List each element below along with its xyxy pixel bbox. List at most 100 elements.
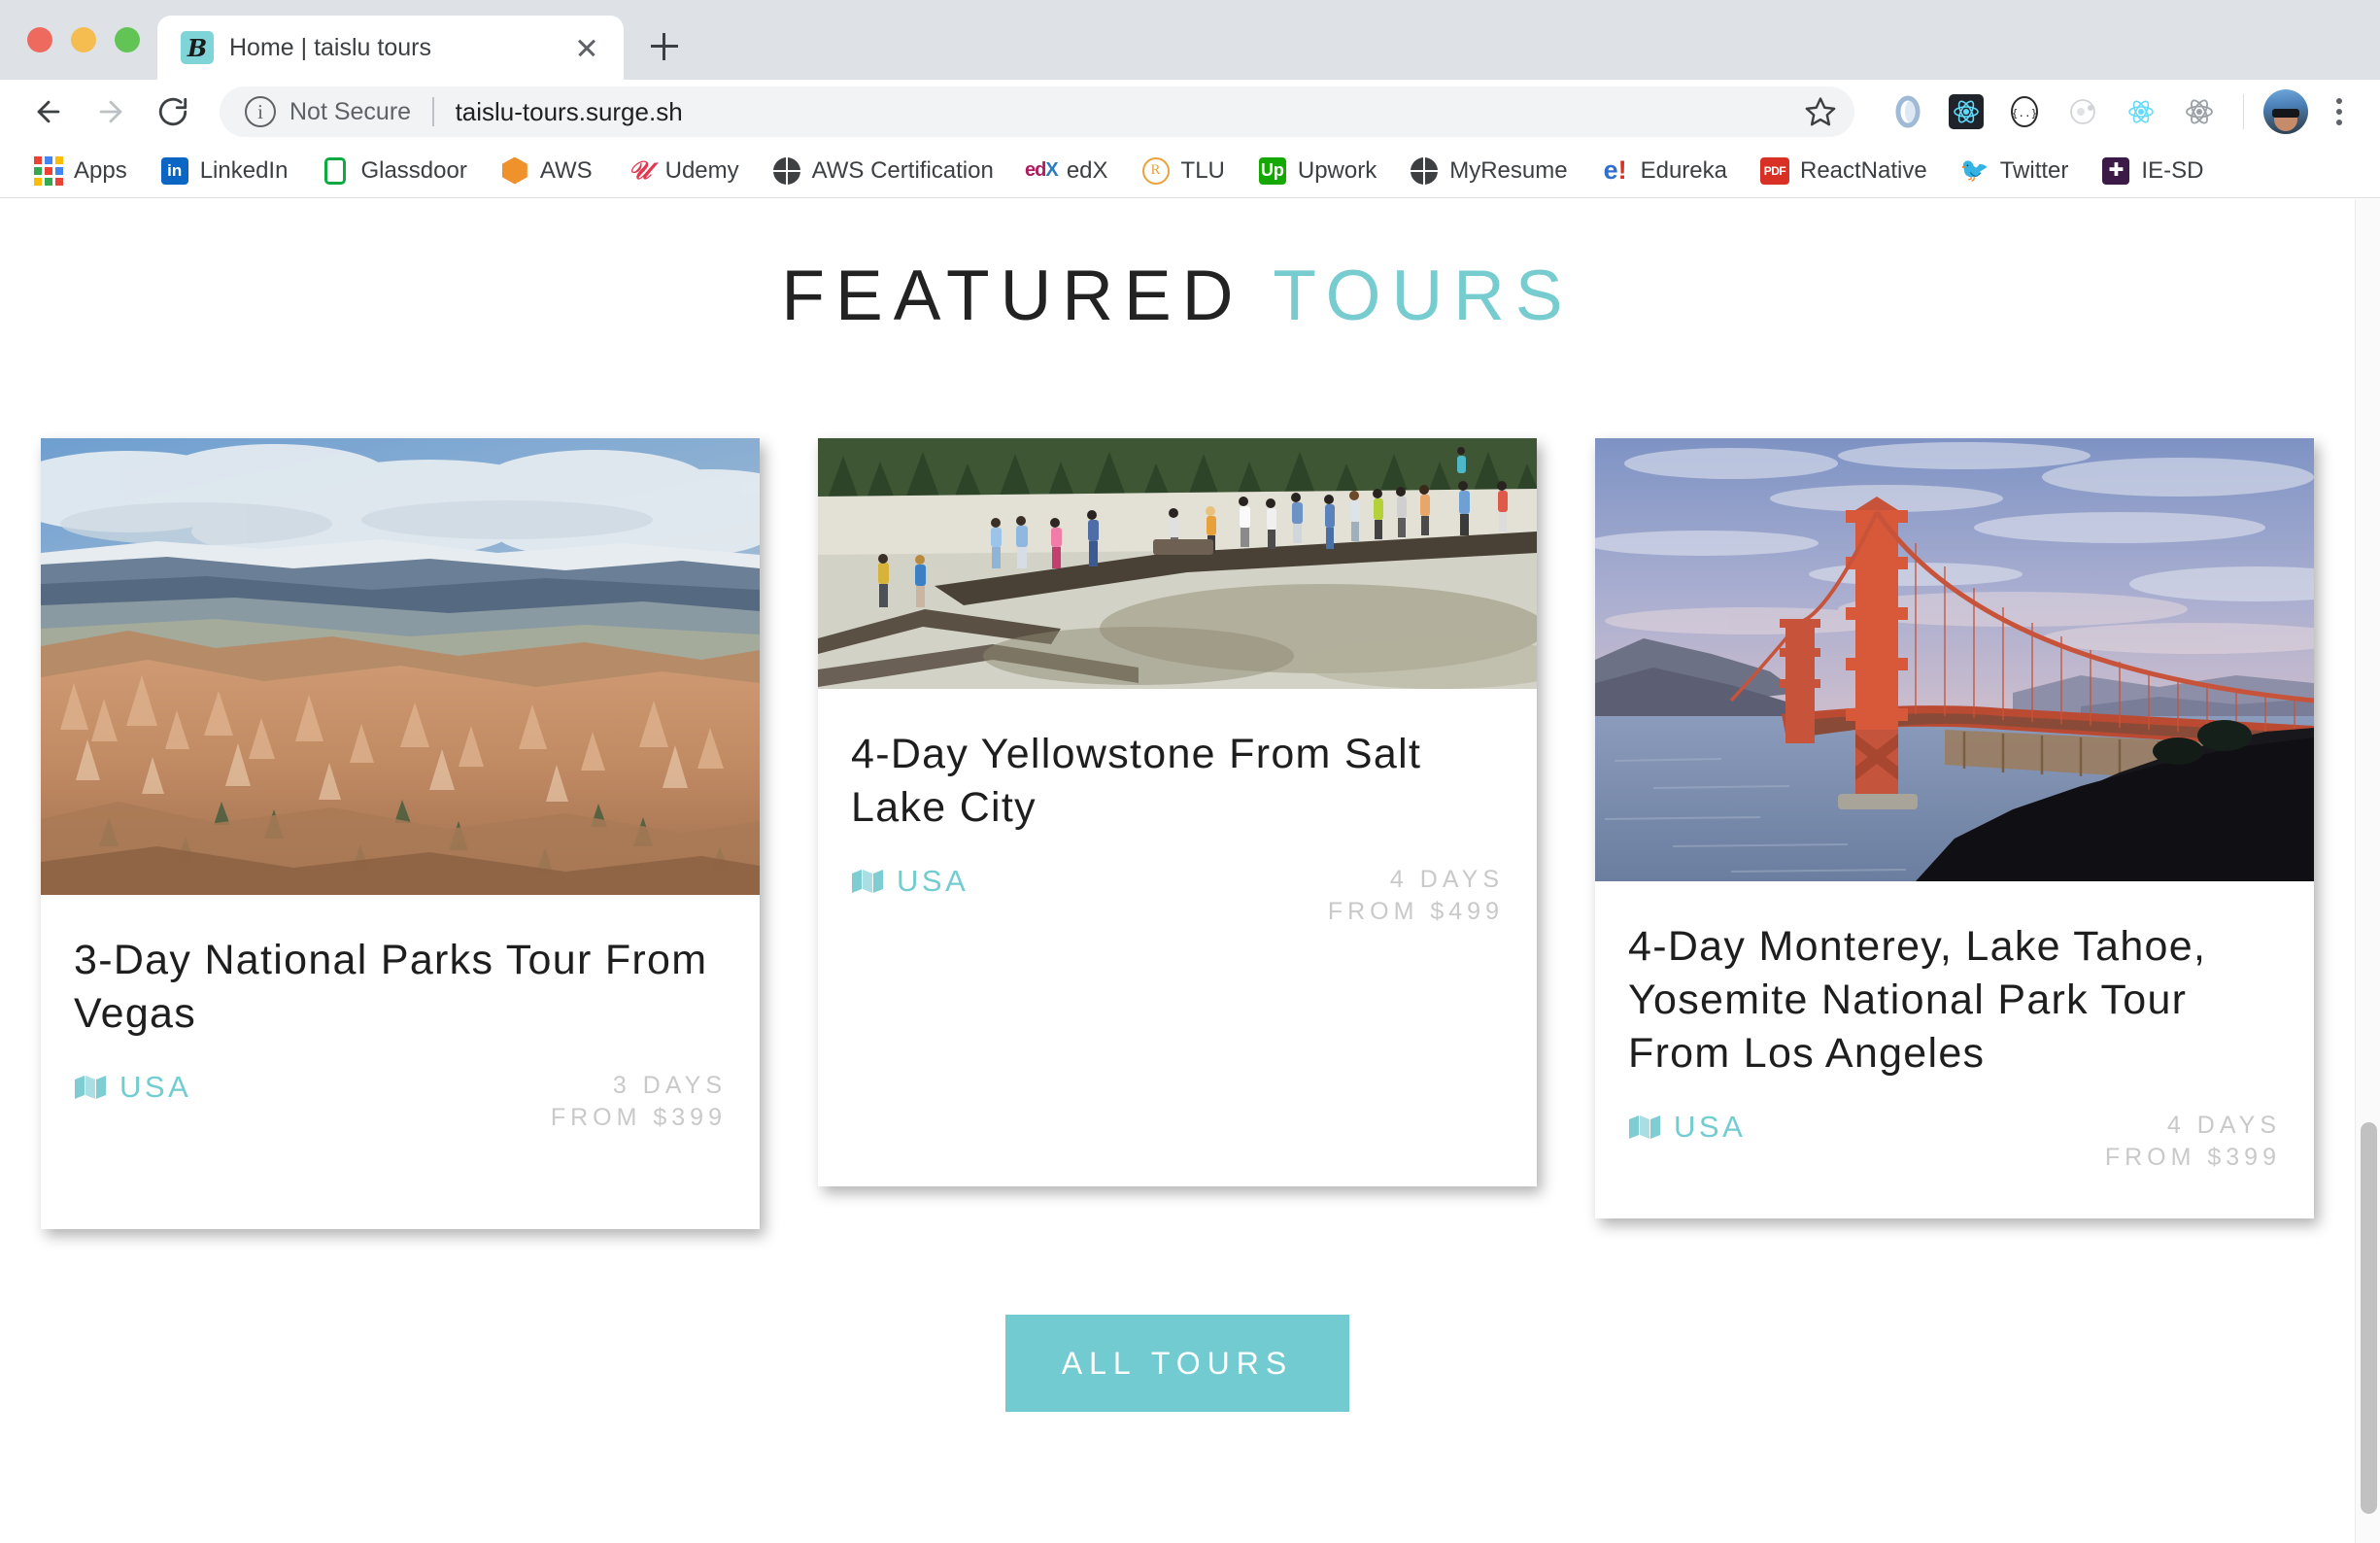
bookmark-apps[interactable]: Apps (17, 148, 144, 194)
card-spacer (851, 965, 1504, 1186)
bookmark-ie-sd[interactable]: ✚ IE-SD (2085, 148, 2220, 194)
bookmark-twitter[interactable]: 🐦 Twitter (1944, 148, 2086, 194)
extensions-area: {..} (1872, 87, 2362, 136)
security-status-label: Not Secure (289, 97, 412, 125)
extension-icon-react-devtools[interactable] (2117, 87, 2165, 136)
tlu-icon: R (1141, 156, 1171, 186)
address-bar[interactable]: i Not Secure taislu-tours.surge.sh (220, 86, 1854, 137)
svg-text:{..}: {..} (2011, 107, 2037, 120)
bookmark-label: AWS (539, 156, 593, 184)
bookmark-upwork[interactable]: Up Upwork (1241, 148, 1393, 194)
tour-duration: 4 DAYS (1389, 866, 1504, 894)
maximize-window-button[interactable] (115, 27, 140, 52)
section-title-main: FEATURED (781, 257, 1244, 335)
chrome-menu-icon[interactable] (2318, 87, 2361, 136)
golden-gate-bridge-photo (1595, 438, 2314, 881)
bookmark-udemy[interactable]: 𝒰 Udemy (609, 148, 756, 194)
toolbar-divider (2242, 94, 2244, 129)
bookmark-label: IE-SD (2141, 156, 2204, 184)
bookmark-label: LinkedIn (199, 156, 289, 184)
reload-icon[interactable] (144, 83, 202, 141)
bookmark-label: MyResume (1449, 156, 1568, 184)
aws-cube-icon (500, 156, 529, 186)
browser-tab[interactable]: B Home | taislu tours (157, 16, 624, 80)
tour-title: 4-Day Monterey, Lake Tahoe, Yosemite Nat… (1628, 923, 2207, 1078)
udemy-icon: 𝒰 (628, 155, 652, 186)
edx-icon: edX (1024, 159, 1059, 181)
tour-card-body: 4-Day Monterey, Lake Tahoe, Yosemite Nat… (1595, 881, 2314, 1218)
tour-price-block: 4 DAYS FROM $499 (1328, 864, 1504, 928)
bookmark-tlu[interactable]: R TLU (1125, 148, 1241, 194)
tour-title: 4-Day Yellowstone From Salt Lake City (851, 731, 1422, 832)
minimize-window-button[interactable] (71, 27, 96, 52)
tour-price-block: 4 DAYS FROM $399 (2105, 1110, 2281, 1174)
browser-toolbar: i Not Secure taislu-tours.surge.sh {..} (0, 80, 2380, 144)
tab-title: Home | taislu tours (229, 33, 431, 61)
tour-meta: USA 4 DAYS FROM $399 (1628, 1110, 2281, 1211)
tour-card[interactable]: 3-Day National Parks Tour From Vegas USA… (41, 438, 760, 1230)
window-controls (19, 0, 157, 80)
back-arrow-icon[interactable] (19, 83, 78, 141)
bookmark-label: Twitter (1999, 156, 2069, 184)
bookmark-star-icon[interactable] (1796, 87, 1845, 136)
tour-price: FROM $399 (550, 1104, 727, 1132)
tour-cards-grid: 3-Day National Parks Tour From Vegas USA… (0, 438, 2355, 1230)
close-window-button[interactable] (27, 27, 52, 52)
bookmark-label: TLU (1180, 156, 1225, 184)
tour-country-label: USA (1674, 1110, 1747, 1145)
bookmark-linkedin[interactable]: in LinkedIn (144, 148, 305, 194)
tour-duration: 3 DAYS (612, 1072, 727, 1100)
extension-icon-react-grey[interactable] (2175, 87, 2224, 136)
tour-card[interactable]: 4-Day Monterey, Lake Tahoe, Yosemite Nat… (1595, 438, 2314, 1219)
tour-country: USA (1628, 1110, 1746, 1145)
bookmark-edureka[interactable]: e! Edureka (1584, 148, 1744, 194)
forward-arrow-icon[interactable] (82, 83, 140, 141)
upwork-icon: Up (1258, 156, 1287, 186)
bookmarks-bar: Apps in LinkedIn Glassdoor AWS 𝒰 Udemy A… (0, 144, 2380, 198)
tour-meta: USA 4 DAYS FROM $499 (851, 864, 1504, 965)
bookmark-label: ReactNative (1799, 156, 1927, 184)
close-tab-icon[interactable] (567, 28, 606, 67)
scrollbar-thumb[interactable] (2361, 1122, 2377, 1514)
taislu-tours-favicon: B (181, 31, 214, 64)
bookmark-aws[interactable]: AWS (484, 148, 609, 194)
apps-grid-icon (34, 155, 63, 186)
url-text: taislu-tours.surge.sh (455, 96, 683, 126)
bookmark-glassdoor[interactable]: Glassdoor (304, 148, 483, 194)
edureka-icon: e! (1603, 155, 1627, 185)
tour-country-label: USA (119, 1070, 192, 1105)
card-spacer (1628, 1211, 2281, 1218)
bookmark-aws-certification[interactable]: AWS Certification (756, 148, 1010, 194)
extension-icon-react-dark[interactable] (1942, 87, 1990, 136)
tour-price: FROM $399 (2104, 1144, 2281, 1172)
all-tours-button[interactable]: ALL TOURS (1004, 1315, 1350, 1413)
bookmark-reactnative[interactable]: PDF ReactNative (1744, 148, 1944, 194)
extension-icon-atom-faded[interactable] (2058, 87, 2107, 136)
tour-card[interactable]: 4-Day Yellowstone From Salt Lake City US… (818, 438, 1537, 1187)
map-icon (1628, 1114, 1661, 1140)
globe-icon (772, 156, 801, 186)
page-scrollbar[interactable] (2355, 199, 2380, 1543)
browser-window: B Home | taislu tours i Not Secure taisl… (0, 0, 2380, 1543)
bookmark-label: edX (1066, 156, 1108, 184)
cta-row: ALL TOURS (0, 1315, 2355, 1413)
globe-icon (1410, 156, 1439, 186)
tour-country: USA (851, 864, 969, 899)
tour-country: USA (74, 1070, 191, 1105)
tour-title: 3-Day National Parks Tour From Vegas (74, 937, 708, 1038)
bookmark-label: Glassdoor (360, 156, 467, 184)
tour-price-block: 3 DAYS FROM $399 (551, 1070, 727, 1134)
new-tab-button[interactable] (637, 19, 692, 74)
tour-price: FROM $499 (1327, 898, 1504, 926)
tour-meta: USA 3 DAYS FROM $399 (74, 1070, 727, 1171)
extension-icon-braces[interactable]: {..} (2000, 87, 2049, 136)
bookmark-label: Udemy (664, 156, 739, 184)
bookmark-myresume[interactable]: MyResume (1393, 148, 1583, 194)
pdf-icon: PDF (1759, 156, 1789, 186)
profile-avatar[interactable] (2263, 89, 2308, 134)
site-info-icon[interactable]: i (245, 96, 276, 127)
page-viewport: FEATURED TOURS 3-Day National Parks Tour… (0, 199, 2380, 1543)
card-spacer (74, 1171, 727, 1229)
bookmark-edx[interactable]: edX edX (1010, 148, 1125, 194)
extension-icon-ring[interactable] (1884, 87, 1932, 136)
